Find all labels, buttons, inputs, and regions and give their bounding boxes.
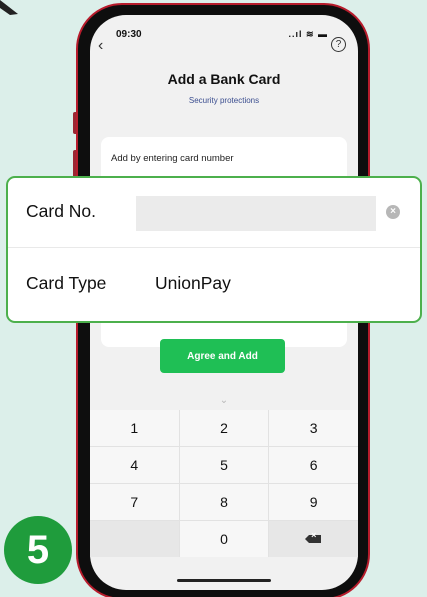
arrow-pointer-icon [0,0,18,15]
step-number-badge: 5 [4,516,72,584]
key-8[interactable]: 8 [179,484,269,520]
card-number-label: Card No. [26,201,97,221]
key-delete[interactable] [269,521,358,557]
clear-icon[interactable]: × [386,205,400,219]
agree-and-add-button[interactable]: Agree and Add [160,339,285,373]
key-2[interactable]: 2 [179,410,269,446]
help-icon[interactable]: ? [331,37,346,52]
card-number-input[interactable] [136,196,376,231]
page-title: Add a Bank Card [167,71,281,87]
backspace-icon [305,530,322,543]
key-9[interactable]: 9 [269,484,358,520]
card-number-row: Card No. × [8,178,420,248]
status-bar: 09:30 ..ıl ≋ ▬ [116,29,334,43]
card-type-row: Card Type UnionPay [8,250,420,320]
home-indicator[interactable] [177,579,271,582]
key-5[interactable]: 5 [179,447,269,483]
security-link[interactable]: Security protections [90,96,358,105]
status-time: 09:30 [116,29,142,40]
chevron-down-icon[interactable]: ⌄ [90,395,358,406]
status-icons: ..ıl ≋ ▬ [288,29,328,39]
key-7[interactable]: 7 [90,484,179,520]
key-4[interactable]: 4 [90,447,179,483]
back-icon[interactable]: ‹ [98,37,103,55]
key-6[interactable]: 6 [269,447,358,483]
key-3[interactable]: 3 [269,410,358,446]
card-type-value: UnionPay [155,273,231,293]
card-details-callout: Card No. × Card Type UnionPay [6,176,422,323]
numeric-keypad: 1 2 3 4 5 6 7 8 9 0 [90,410,358,557]
key-1[interactable]: 1 [90,410,179,446]
card-type-label: Card Type [26,273,107,293]
form-hint: Add by entering card number [111,153,234,164]
key-0[interactable]: 0 [179,521,269,557]
key-blank [90,521,179,557]
